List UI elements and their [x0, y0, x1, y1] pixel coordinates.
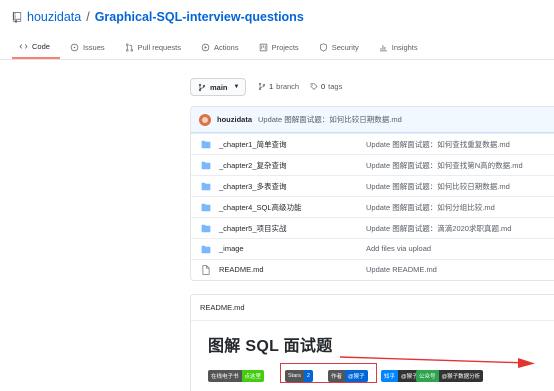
issue-icon: [70, 43, 79, 51]
file-row: README.md Update README.md: [191, 259, 554, 280]
repo-tabs: Code Issues Pull requests Actions Projec…: [12, 35, 428, 59]
readme-badge[interactable]: 在线电子书 点这里: [208, 370, 265, 382]
folder-icon: [201, 140, 211, 149]
file-name-link[interactable]: _chapter3_多表查询: [219, 181, 287, 192]
red-arrow-annotation: [340, 356, 535, 368]
branch-name: main: [210, 82, 228, 92]
file-commit-message-link[interactable]: Update 图解面试题：如何查找第N高的数据.md: [366, 160, 523, 171]
tab-issues-label: Issues: [82, 42, 105, 52]
file-row: _chapter4_SQL高级功能 Update 图解面试题：如何分组比较.md: [191, 196, 554, 217]
file-commit-message-link[interactable]: Update 图解面试题：如何分组比较.md: [366, 202, 495, 213]
tag-count: 0: [321, 82, 326, 91]
folder-icon: [201, 161, 211, 170]
repo-separator: /: [86, 10, 90, 24]
branch-count-label: branch: [276, 82, 300, 91]
tab-security[interactable]: Security: [309, 35, 369, 59]
tabs-divider: [0, 59, 554, 60]
graph-icon: [379, 44, 387, 51]
repo-name-link[interactable]: Graphical-SQL-interview-questions: [95, 10, 304, 24]
tags-link[interactable]: 0 tags: [310, 82, 342, 91]
tab-issues[interactable]: Issues: [60, 35, 115, 59]
file-icon: [202, 265, 210, 275]
repo-header: houzidata / Graphical-SQL-interview-ques…: [12, 8, 304, 26]
readme-filename: README.md: [200, 303, 245, 312]
folder-icon: [201, 182, 211, 191]
latest-commit-bar: houzidata Update 图解面试题：如何比较日期数据.md: [191, 107, 554, 133]
file-name-link[interactable]: _image: [219, 244, 244, 253]
file-name-link[interactable]: _chapter4_SQL高级功能: [219, 202, 302, 213]
tab-projects-label: Projects: [271, 42, 299, 52]
tab-insights[interactable]: Insights: [369, 35, 428, 59]
badge-label: 在线电子书: [208, 370, 242, 382]
file-commit-message-link[interactable]: Update 图解面试题：滴滴2020求职真题.md: [366, 223, 511, 234]
file-commit-message-link[interactable]: Update 图解面试题：如何查找重复数据.md: [366, 139, 510, 150]
file-name-link[interactable]: _chapter2_复杂查询: [219, 160, 287, 171]
play-icon: [201, 43, 210, 51]
project-icon: [259, 43, 267, 51]
branch-icon: [198, 83, 206, 91]
file-commit-message-link[interactable]: Add files via upload: [366, 244, 431, 253]
branch-count-icon: [258, 82, 266, 91]
tab-actions[interactable]: Actions: [191, 35, 249, 59]
file-name-link[interactable]: README.md: [219, 265, 264, 274]
file-row: _chapter5_项目实战 Update 图解面试题：滴滴2020求职真题.md: [191, 217, 554, 238]
file-row: _chapter2_复杂查询 Update 图解面试题：如何查找第N高的数据.md: [191, 154, 554, 175]
tab-projects[interactable]: Projects: [249, 35, 309, 59]
folder-icon: [201, 245, 211, 254]
folder-icon: [201, 224, 211, 233]
commit-author[interactable]: houzidata: [217, 115, 252, 124]
tab-actions-label: Actions: [213, 42, 239, 52]
repo-owner-link[interactable]: houzidata: [27, 10, 81, 24]
file-name-link[interactable]: _chapter5_项目实战: [219, 223, 287, 234]
file-row: _chapter3_多表查询 Update 图解面试题：如何比较日期数据.md: [191, 175, 554, 196]
file-row: _image Add files via upload: [191, 238, 554, 259]
tab-code[interactable]: Code: [12, 35, 60, 59]
readme-header: README.md: [191, 295, 554, 321]
tab-insights-label: Insights: [391, 42, 418, 52]
file-commit-message-link[interactable]: Update 图解面试题：如何比较日期数据.md: [366, 181, 510, 192]
branch-count: 1: [269, 82, 274, 91]
tag-icon: [310, 83, 318, 90]
code-icon: [19, 43, 28, 49]
branch-select-button[interactable]: main ▼: [190, 78, 246, 96]
tag-count-label: tags: [328, 82, 343, 91]
tab-security-label: Security: [331, 42, 359, 52]
avatar[interactable]: [199, 113, 211, 126]
shield-icon: [319, 42, 327, 52]
badge-value: 点这里: [241, 370, 265, 382]
file-list: houzidata Update 图解面试题：如何比较日期数据.md _chap…: [190, 106, 554, 281]
repo-icon: [12, 11, 22, 23]
branches-link[interactable]: 1 branch: [258, 82, 299, 91]
file-commit-message-link[interactable]: Update README.md: [366, 265, 437, 274]
folder-icon: [201, 203, 211, 212]
chevron-down-icon: ▼: [233, 84, 240, 90]
commit-message[interactable]: Update 图解面试题：如何比较日期数据.md: [258, 114, 402, 125]
readme-title: 图解 SQL 面试题: [208, 338, 333, 355]
file-name-link[interactable]: _chapter1_简单查询: [219, 139, 287, 150]
tab-pull-requests[interactable]: Pull requests: [115, 35, 191, 59]
file-row: _chapter1_简单查询 Update 图解面试题：如何查找重复数据.md: [191, 133, 554, 154]
pull-request-icon: [125, 42, 133, 52]
tab-code-label: Code: [32, 41, 50, 51]
tab-pull-requests-label: Pull requests: [137, 42, 181, 52]
